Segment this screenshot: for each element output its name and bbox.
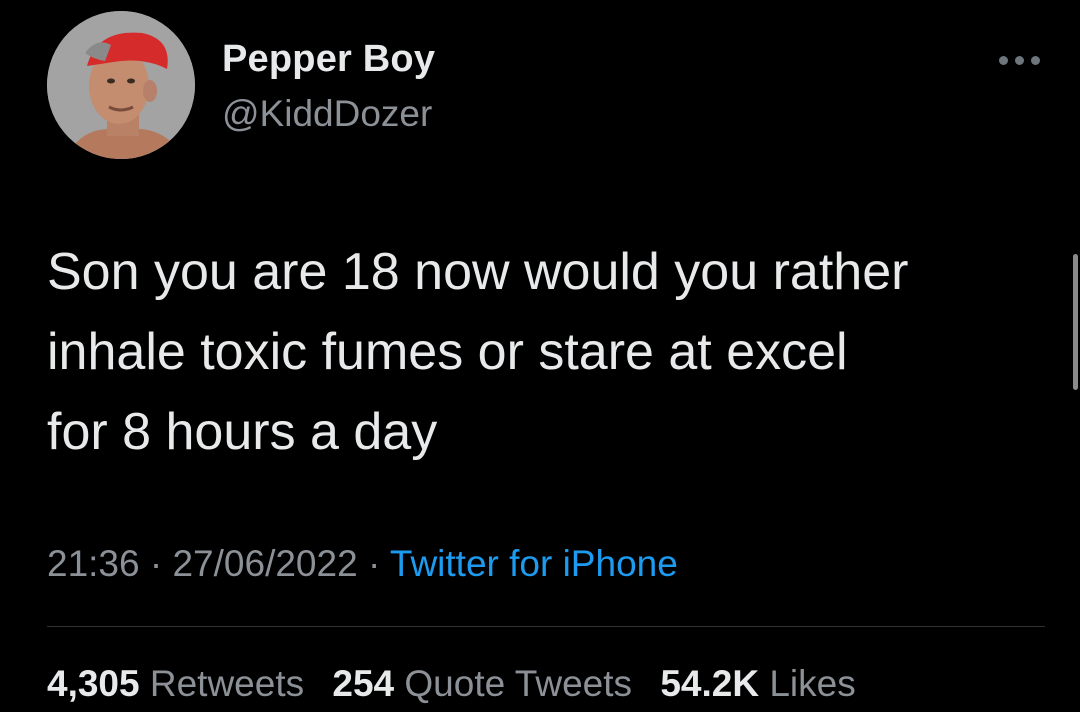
tweet-text-line: for 8 hours a day [47,403,438,461]
tweet-detail: Pepper Boy @KiddDozer Son you are 18 now… [0,0,1080,712]
scrollbar[interactable] [1073,254,1078,390]
author-handle[interactable]: @KiddDozer [222,93,432,135]
tweet-time[interactable]: 21:36 [47,543,140,584]
more-dot-icon [999,56,1008,65]
profile-photo-icon [47,11,195,159]
author-display-name[interactable]: Pepper Boy [222,38,435,81]
more-options-button[interactable] [996,44,1046,76]
tweet-stats: 4,305 Retweets 254 Quote Tweets 54.2K Li… [47,663,874,705]
divider [47,626,1045,627]
likes-label: Likes [769,663,856,704]
likes-stat[interactable]: 54.2K Likes [660,663,855,704]
avatar[interactable] [47,11,195,159]
quote-tweets-label: Quote Tweets [404,663,633,704]
retweets-stat[interactable]: 4,305 Retweets [47,663,304,704]
quote-tweets-count: 254 [332,663,395,704]
meta-separator: · [357,543,390,584]
tweet-text: Son you are 18 now would you rather inha… [47,232,1057,472]
retweets-label: Retweets [149,663,305,704]
more-dot-icon [1031,56,1040,65]
tweet-text-line: Son you are 18 now would you rather [47,243,909,301]
tweet-meta: 21:36 · 27/06/2022 · Twitter for iPhone [47,543,678,585]
more-dot-icon [1015,56,1024,65]
retweets-count: 4,305 [47,663,140,704]
quote-tweets-stat[interactable]: 254 Quote Tweets [332,663,632,704]
likes-count: 54.2K [660,663,760,704]
meta-separator: · [139,543,173,584]
tweet-source-link[interactable]: Twitter for iPhone [390,543,678,584]
tweet-text-line: inhale toxic fumes or stare at excel [47,323,848,381]
tweet-date[interactable]: 27/06/2022 [172,543,357,584]
